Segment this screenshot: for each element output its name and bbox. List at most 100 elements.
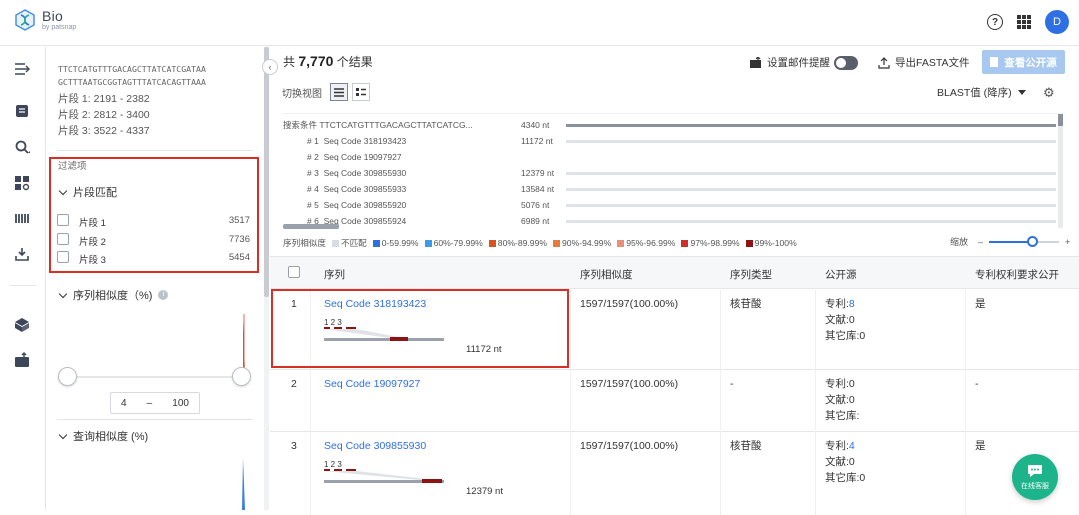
literature-count: 文献:0 [825, 456, 855, 468]
online-support-button[interactable]: 在线客服 [1012, 454, 1058, 500]
overview-vertical-scrollbar-thumb[interactable] [1058, 114, 1063, 126]
apps-grid-icon[interactable] [1017, 15, 1031, 29]
overview-row-3[interactable]: # 3 Seq Code 309855930 12379 nt [283, 166, 1065, 180]
legend-swatch [617, 239, 625, 247]
legend-item-label: 99%-100% [754, 238, 797, 248]
app-logo[interactable]: Bio by patsnap [14, 9, 76, 31]
seq-similarity-slider-track[interactable] [67, 376, 241, 378]
user-avatar[interactable]: D [1045, 10, 1069, 34]
fragment-markers: 1 2 3 [324, 460, 342, 469]
search-icon[interactable] [14, 139, 30, 155]
seq-similarity-range-input[interactable]: 4 – 100 [110, 392, 200, 414]
expand-menu-icon[interactable] [14, 61, 30, 77]
sequence-icon[interactable] [14, 103, 30, 119]
result-count: 共 7,770 个结果 [283, 53, 373, 70]
filter-panel: TTCTCATGTTTGACAGCTTATCATCGATAA GCTTTAATG… [47, 47, 264, 510]
table-row[interactable]: 3 Seq Code 309855930 1 2 3 12379 nt 1597… [270, 432, 1079, 512]
zoom-in-button[interactable]: + [1065, 237, 1070, 247]
fragment-range-3: 片段 3: 3522 - 4337 [58, 125, 150, 137]
download-tray-icon[interactable] [14, 246, 30, 262]
legend-item-label: 80%-89.99% [497, 238, 548, 248]
patent-count-link[interactable]: 4 [849, 440, 855, 452]
query-similarity-title: 查询相似度 (%) [73, 431, 149, 443]
view-switcher: 切换视图 [282, 83, 370, 101]
app-byline: by patsnap [42, 24, 77, 31]
fragment-match-highlight [49, 157, 259, 273]
info-icon[interactable]: i [158, 290, 169, 300]
query-similarity-toggle[interactable]: 查询相似度 (%) [58, 428, 149, 444]
legend-swatch [424, 239, 432, 247]
overview-row-2[interactable]: # 2 Seq Code 19097927 [283, 150, 1065, 164]
zoom-out-button[interactable]: – [978, 237, 983, 247]
top-bar: Bio by patsnap ? D [0, 0, 1079, 46]
fragment-range-1: 片段 1: 2191 - 2382 [58, 93, 150, 105]
view-public-button[interactable]: 查看公开源 [982, 50, 1065, 74]
overview-vertical-scrollbar[interactable] [1058, 114, 1063, 228]
table-row[interactable]: 2 Seq Code 19097927 1597/1597(100.00%) -… [270, 370, 1079, 432]
overview-row-4[interactable]: # 4 Seq Code 309855933 13584 nt [283, 182, 1065, 196]
export-fasta-button[interactable]: 导出FASTA文件 [878, 55, 969, 70]
patent-count-link[interactable]: 8 [849, 298, 855, 310]
result-count-number: 7,770 [298, 53, 334, 69]
zoom-slider[interactable] [989, 235, 1060, 247]
public-source: 专利:8 文献:0 其它库:0 [825, 296, 865, 344]
mini-alignment-graphic [324, 469, 444, 483]
sequence-link[interactable]: Seq Code 19097927 [324, 376, 420, 392]
email-alert-toggle[interactable] [834, 55, 858, 70]
bio-logo-icon [15, 9, 35, 31]
sort-dropdown[interactable]: BLAST值 (降序) [937, 85, 1026, 100]
seq-similarity-histogram [243, 314, 245, 372]
overview-row-length: 11172 nt [521, 136, 553, 146]
chat-bubble-icon [1028, 464, 1042, 477]
header-public-source[interactable]: 公开源 [825, 267, 857, 282]
overview-row-index: # 2 [307, 152, 319, 162]
header-sequence[interactable]: 序列 [324, 267, 345, 282]
card-view-button[interactable] [352, 83, 370, 101]
sort-label: BLAST值 (降序) [937, 87, 1012, 99]
select-all-checkbox[interactable] [288, 266, 300, 278]
settings-gear-icon[interactable]: ⚙ [1043, 85, 1055, 101]
analysis-icon[interactable] [14, 175, 30, 191]
result-count-prefix: 共 [283, 55, 296, 69]
header-patent-claim[interactable]: 专利权利要求公开 [975, 267, 1059, 282]
seq-similarity-toggle[interactable]: 序列相似度（%) i [58, 287, 169, 303]
document-icon [990, 57, 999, 67]
import-icon[interactable] [14, 352, 30, 368]
sequence-type: 核苷酸 [730, 440, 762, 452]
overview-row-1[interactable]: # 1 Seq Code 318193423 11172 nt [283, 134, 1065, 148]
overview-row-5[interactable]: # 5 Seq Code 309855920 5076 nt [283, 198, 1065, 212]
column-divider [965, 290, 966, 515]
column-divider [720, 290, 721, 515]
other-db-count: 其它库:0 [825, 330, 866, 342]
overview-query-row: 搜索条件 TTCTCATGTTTGACAGCTTATCATCG... 4340 … [283, 118, 1065, 132]
email-alert-control[interactable]: 设置邮件提醒 [750, 55, 858, 70]
seq-similarity-max-handle[interactable] [232, 367, 251, 386]
list-view-button[interactable] [330, 83, 348, 101]
panel-scrollbar-thumb[interactable] [264, 47, 269, 297]
patent-label: 专利: [825, 298, 849, 310]
zoom-slider-handle[interactable] [1027, 235, 1039, 247]
list-view-icon [334, 87, 344, 97]
header-seq-type[interactable]: 序列类型 [730, 267, 772, 282]
export-fasta-label: 导出FASTA文件 [895, 57, 970, 69]
first-result-highlight [271, 289, 569, 368]
cube-icon[interactable] [14, 317, 30, 333]
seq-similarity-min-handle[interactable] [58, 367, 77, 386]
similarity-value: 1597/1597(100.00%) [580, 298, 679, 310]
help-icon[interactable]: ? [987, 14, 1003, 30]
sequence-link[interactable]: Seq Code 309855930 [324, 438, 426, 454]
barcode-icon[interactable] [14, 211, 30, 227]
overview-row-6[interactable]: # 6 Seq Code 309855924 6989 nt [283, 214, 1065, 228]
patent-label: 专利: [825, 378, 849, 390]
range-min-value[interactable]: 4 [121, 398, 127, 409]
chevron-down-icon [58, 430, 68, 439]
sequence-length: 12379 nt [466, 486, 503, 497]
overview-row-index: # 5 [307, 200, 319, 210]
app-name: Bio [42, 8, 64, 24]
range-max-value[interactable]: 100 [172, 398, 189, 409]
legend-item-label: 90%-94.99% [562, 238, 612, 248]
rail-divider [10, 285, 36, 286]
overview-horizontal-scrollbar[interactable] [283, 224, 339, 229]
header-similarity[interactable]: 序列相似度 [580, 267, 633, 282]
range-separator: – [146, 397, 153, 409]
